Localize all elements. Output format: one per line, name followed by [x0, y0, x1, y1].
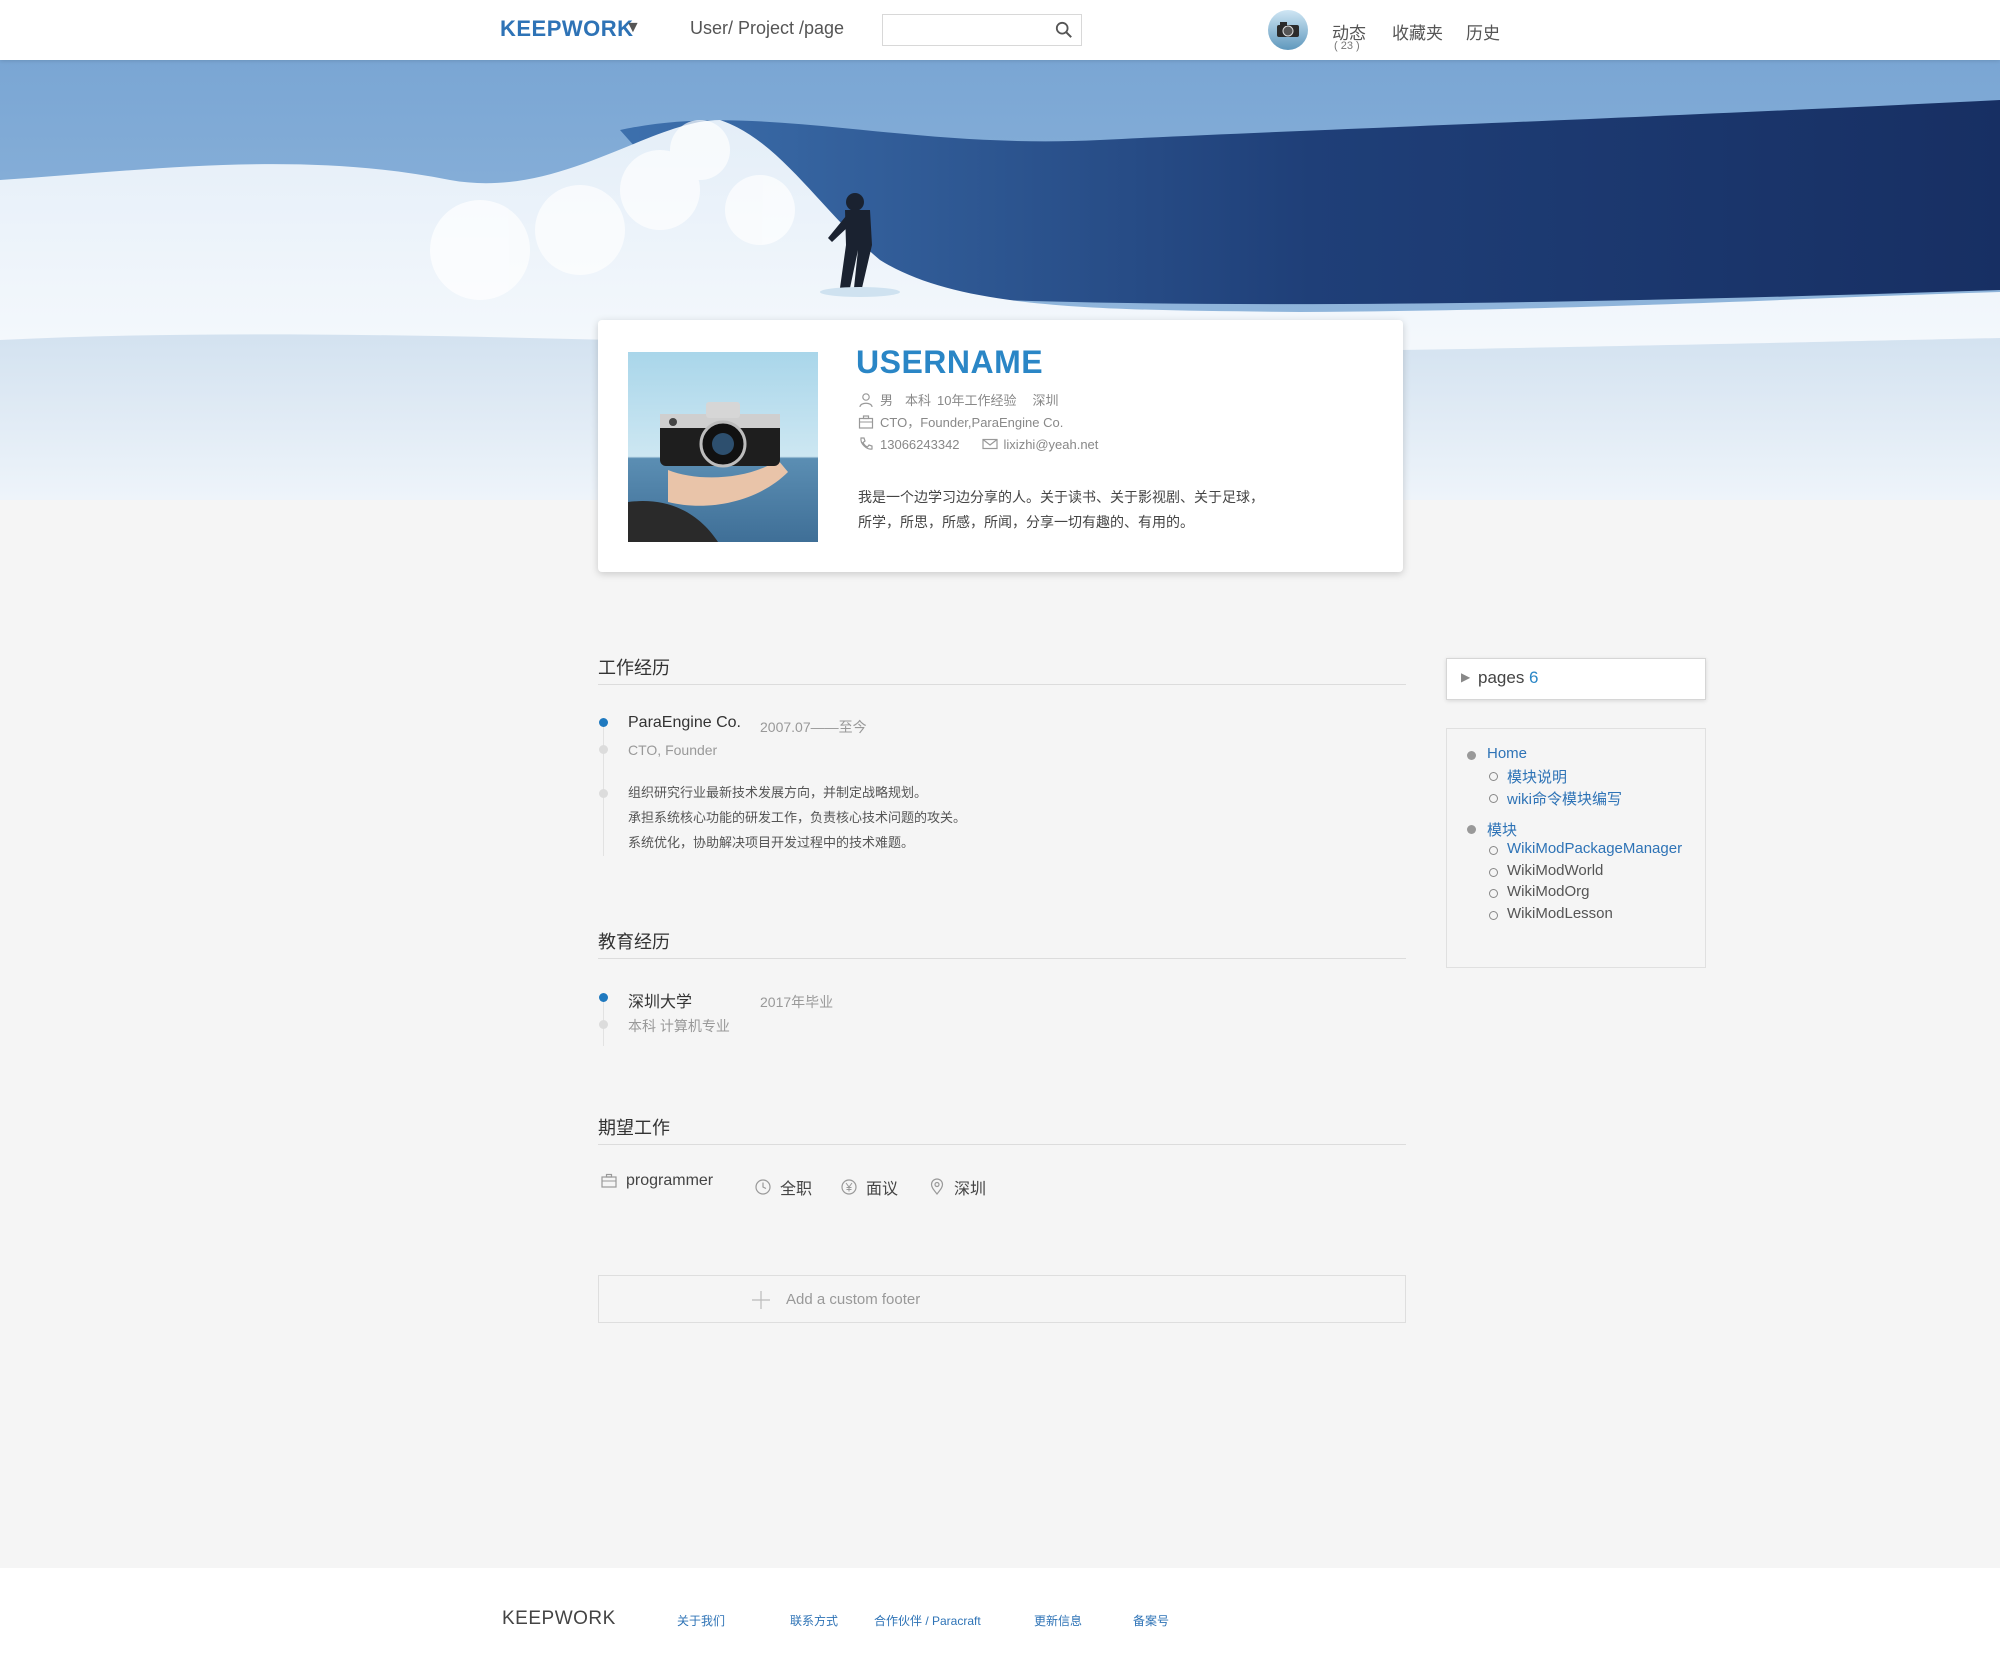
chevron-down-icon[interactable]: ▼ [625, 19, 641, 37]
site-footer: KEEPWORK 关于我们 联系方式 合作伙伴 / Paracraft 更新信息… [0, 1568, 2000, 1668]
bio-line: 所学，所思，所感，所闻，分享一切有趣的、有用的。 [858, 514, 1194, 530]
footer-link-partners[interactable]: 合作伙伴 / Paracraft [874, 1612, 981, 1629]
expectation-section-title: 期望工作 [598, 1118, 670, 1138]
pages-toggle[interactable]: ▶ pages 6 [1446, 658, 1706, 700]
top-nav-bar: KEEPWORK ▼ User/ Project /page 动态 ( 23 )… [0, 0, 2000, 60]
clock-icon [755, 1179, 771, 1195]
job-title: programmer [626, 1172, 714, 1189]
yen-icon [841, 1179, 857, 1195]
company-name: ParaEngine Co. [628, 714, 741, 731]
phone[interactable]: 13066243342 [880, 437, 960, 452]
school-name: 深圳大学 [628, 994, 693, 1011]
ring-bullet-icon [1489, 868, 1498, 877]
profile-card: USERNAME 男 本科 10年工作经验 深圳 CTO，Founder,Par… [598, 320, 1403, 572]
briefcase-icon [601, 1173, 617, 1188]
toc-item-modules[interactable]: 模块 [1487, 819, 1517, 840]
toc-item-package-manager[interactable]: WikiModPackageManager [1507, 840, 1682, 857]
camera-icon [1277, 22, 1299, 37]
major: 本科 计算机专业 [628, 1018, 730, 1034]
work-city: 深圳 [954, 1181, 987, 1198]
username: USERNAME [856, 344, 1044, 380]
footer-logo[interactable]: KEEPWORK [502, 1608, 616, 1630]
add-custom-footer-label: Add a custom footer [786, 1291, 921, 1308]
timeline-dot [599, 993, 608, 1002]
gender: 男 [880, 393, 894, 408]
section-divider [598, 958, 1406, 959]
pages-count: 6 [1529, 668, 1539, 687]
mail-icon [981, 438, 998, 450]
toc-item-lesson[interactable]: WikiModLesson [1507, 905, 1613, 922]
camera-in-hand-image [628, 352, 818, 542]
timeline-dot [599, 745, 608, 754]
search-input[interactable] [882, 14, 1082, 46]
expected-type: 全职 [754, 1175, 812, 1199]
search-icon[interactable] [1055, 21, 1073, 39]
education-section-title: 教育经历 [598, 932, 670, 952]
job-role: CTO, Founder [628, 742, 718, 758]
graduation-date: 2017年毕业 [760, 994, 834, 1010]
toc-item-home[interactable]: Home [1487, 745, 1527, 762]
education-level: 本科 [905, 393, 932, 408]
description-line: 组织研究行业最新技术发展方向，并制定战略规划。 [628, 785, 928, 800]
phone-icon [860, 437, 873, 450]
footer-link-icp[interactable]: 备案号 [1133, 1612, 1169, 1629]
expected-salary: 面议 [840, 1175, 898, 1199]
bio-line: 我是一个边学习边分享的人。关于读书、关于影视剧、关于足球， [858, 489, 1264, 505]
ring-bullet-icon [1489, 794, 1498, 803]
description-line: 系统优化，协助解决项目开发过程中的技术难题。 [628, 835, 915, 850]
profile-photo [628, 352, 818, 542]
location-pin-icon [930, 1178, 944, 1195]
page-tree: Home 模块说明 wiki命令模块编写 模块 WikiModPackageMa… [1446, 728, 1706, 968]
bullet-icon [1467, 751, 1476, 760]
section-divider [598, 1144, 1406, 1145]
toc-item-org[interactable]: WikiModOrg [1507, 883, 1590, 900]
user-icon [859, 392, 873, 407]
play-arrow-icon: ▶ [1461, 670, 1471, 684]
timeline-dot [599, 789, 608, 798]
section-divider [598, 684, 1406, 685]
breadcrumb[interactable]: User/ Project /page [690, 18, 844, 39]
position-row: CTO，Founder,ParaEngine Co. [858, 412, 1063, 431]
plus-icon [752, 1291, 770, 1309]
ring-bullet-icon [1489, 772, 1498, 781]
toc-item-world[interactable]: WikiModWorld [1507, 862, 1603, 879]
keepwork-logo[interactable]: KEEPWORK [500, 16, 634, 42]
contact-row: 13066243342 lixizhi@yeah.net [858, 436, 1098, 452]
work-description: 组织研究行业最新技术发展方向，并制定战略规划。 承担系统核心功能的研发工作，负责… [628, 780, 966, 855]
basic-info-row: 男 本科 10年工作经验 深圳 [858, 390, 1059, 409]
salary: 面议 [866, 1181, 899, 1198]
work-date: 2007.07——至今 [760, 719, 867, 735]
ring-bullet-icon [1489, 889, 1498, 898]
employment-type: 全职 [780, 1181, 813, 1198]
city: 深圳 [1032, 393, 1059, 408]
position: CTO，Founder,ParaEngine Co. [880, 415, 1064, 430]
activity-count-badge: ( 23 ) [1334, 40, 1360, 52]
ring-bullet-icon [1489, 846, 1498, 855]
work-section-title: 工作经历 [598, 658, 670, 678]
timeline-dot [599, 1020, 608, 1029]
timeline-dot [599, 718, 608, 727]
description-line: 承担系统核心功能的研发工作，负责核心技术问题的攻关。 [628, 810, 967, 825]
toc-item-wiki-cmd[interactable]: wiki命令模块编写 [1507, 788, 1622, 809]
toc-item-module-doc[interactable]: 模块说明 [1507, 766, 1567, 787]
bio: 我是一个边学习边分享的人。关于读书、关于影视剧、关于足球， 所学，所思，所感，所… [858, 485, 1298, 535]
bullet-icon [1467, 825, 1476, 834]
pages-label: pages [1478, 668, 1525, 687]
nav-history[interactable]: 历史 [1466, 19, 1500, 44]
email[interactable]: lixizhi@yeah.net [1004, 437, 1099, 452]
expected-city: 深圳 [928, 1175, 986, 1199]
user-avatar[interactable] [1268, 10, 1308, 50]
briefcase-icon [858, 414, 874, 429]
ring-bullet-icon [1489, 911, 1498, 920]
footer-link-about[interactable]: 关于我们 [677, 1612, 725, 1629]
expected-job: programmer [600, 1172, 713, 1190]
add-custom-footer-button[interactable]: Add a custom footer [598, 1275, 1406, 1323]
work-experience: 10年工作经验 [937, 393, 1017, 408]
footer-link-updates[interactable]: 更新信息 [1034, 1612, 1082, 1629]
footer-link-contact[interactable]: 联系方式 [790, 1612, 838, 1629]
nav-favorites[interactable]: 收藏夹 [1392, 19, 1443, 44]
